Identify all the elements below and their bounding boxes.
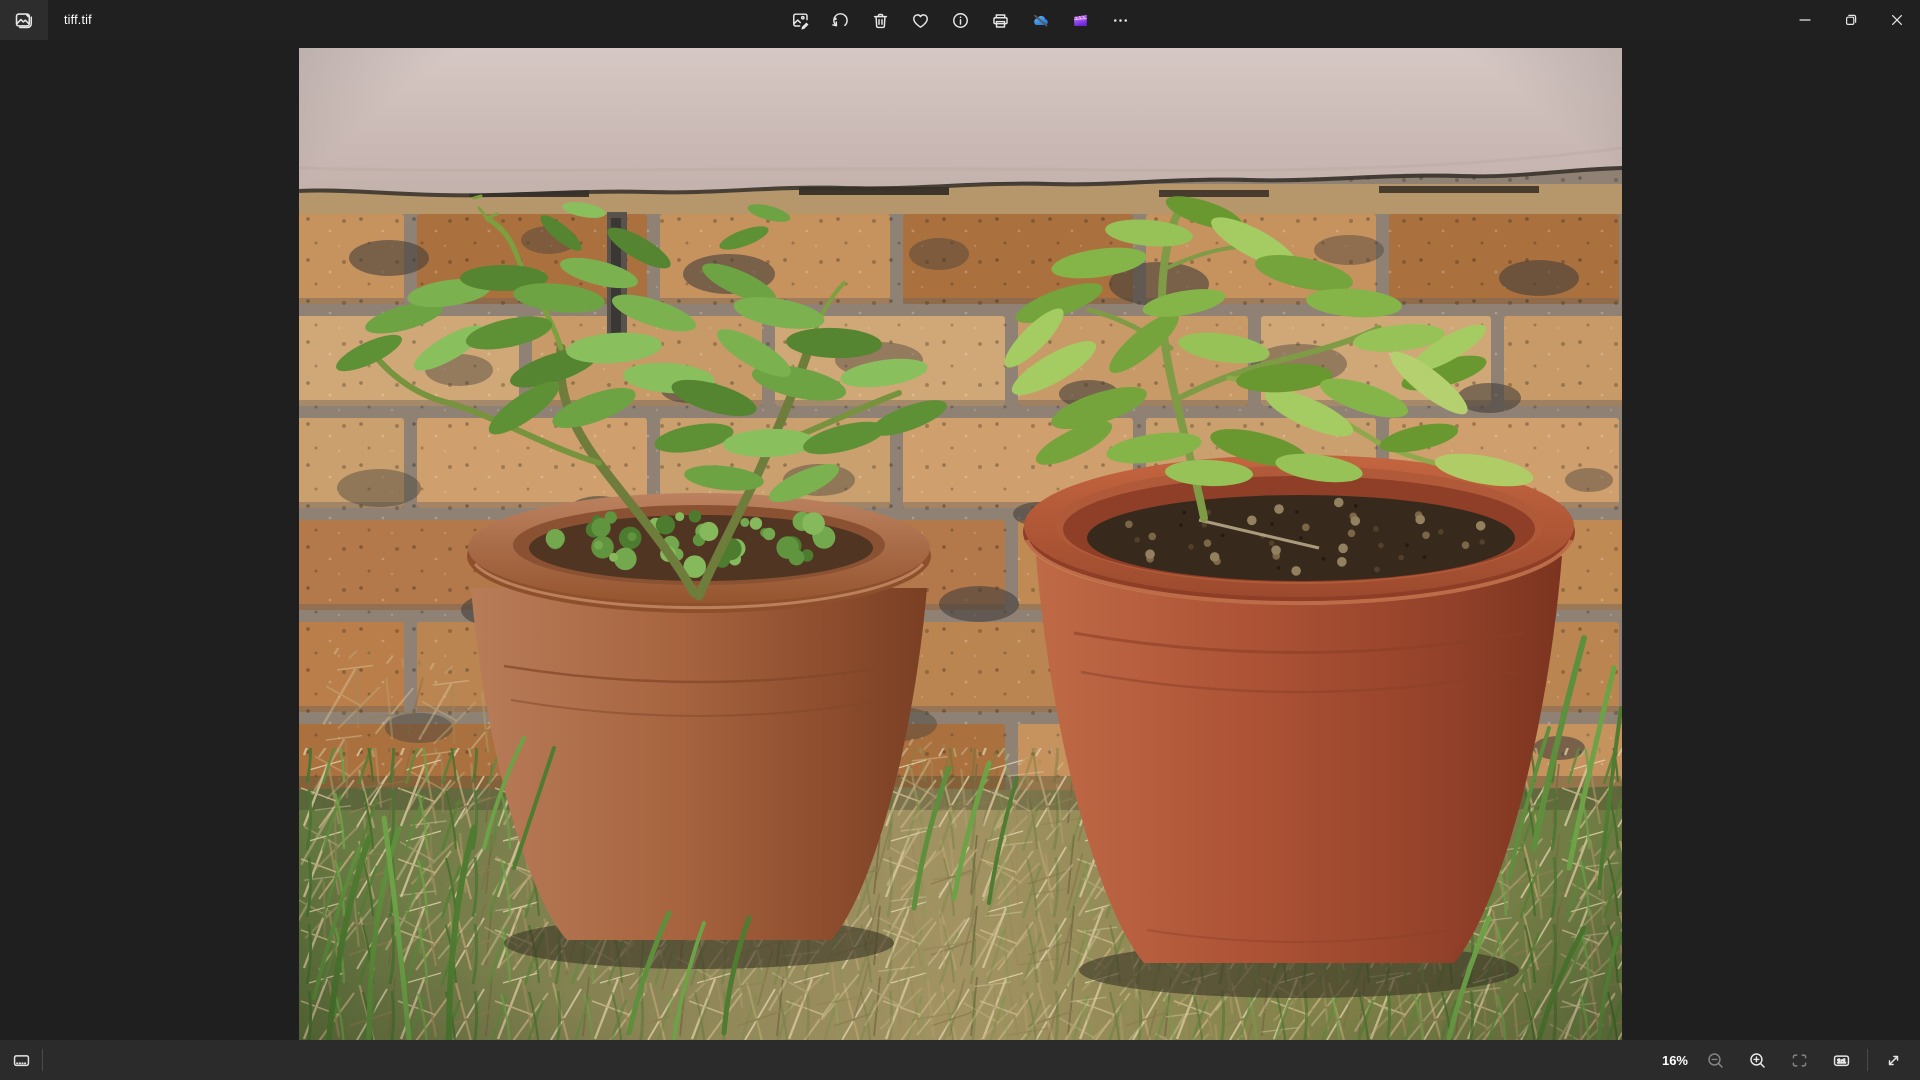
cloud-status-button[interactable] <box>1020 0 1060 40</box>
restore-button[interactable] <box>1828 0 1874 40</box>
zoom-controls: 16% <box>1662 1044 1920 1077</box>
fullscreen-button[interactable] <box>1877 1044 1910 1077</box>
printer-icon <box>990 10 1011 31</box>
fullscreen-icon <box>1883 1050 1904 1071</box>
zoom-out-button[interactable] <box>1699 1044 1732 1077</box>
more-button[interactable] <box>1100 0 1140 40</box>
gallery-button[interactable] <box>0 0 48 40</box>
viewer-canvas <box>0 40 1920 1040</box>
edit-image-button[interactable] <box>780 0 820 40</box>
svg-text:1:1: 1:1 <box>1837 1059 1846 1065</box>
one-to-one-icon: 1:1 <box>1831 1050 1852 1071</box>
titlebar: tiff.tif <box>0 0 1920 40</box>
fit-to-window-button[interactable] <box>1783 1044 1816 1077</box>
zoom-in-button[interactable] <box>1741 1044 1774 1077</box>
delete-button[interactable] <box>860 0 900 40</box>
restore-icon <box>1841 10 1861 30</box>
minimize-icon <box>1795 10 1815 30</box>
filename-label: tiff.tif <box>64 0 92 40</box>
heart-icon <box>910 10 931 31</box>
trash-icon <box>870 10 891 31</box>
fit-screen-icon <box>1789 1050 1810 1071</box>
close-button[interactable] <box>1874 0 1920 40</box>
photo-viewer-image <box>299 48 1622 1040</box>
ellipsis-icon <box>1110 10 1131 31</box>
statusbar-divider-left <box>42 1049 43 1071</box>
zoom-level-label: 16% <box>1662 1053 1688 1068</box>
zoom-out-icon <box>1705 1050 1726 1071</box>
close-icon <box>1887 10 1907 30</box>
filmstrip-toggle-button[interactable] <box>0 1040 42 1080</box>
statusbar-divider-right <box>1867 1049 1868 1071</box>
actual-size-button[interactable]: 1:1 <box>1825 1044 1858 1077</box>
filmstrip-icon <box>11 1050 32 1071</box>
rotate-icon <box>830 10 851 31</box>
print-button[interactable] <box>980 0 1020 40</box>
window-controls <box>1782 0 1920 40</box>
info-icon <box>950 10 971 31</box>
favorite-button[interactable] <box>900 0 940 40</box>
clipchamp-icon <box>1070 10 1091 31</box>
clipchamp-button[interactable] <box>1060 0 1100 40</box>
onedrive-cloud-slash-icon <box>1030 10 1051 31</box>
zoom-in-icon <box>1747 1050 1768 1071</box>
statusbar: 16% <box>0 1040 1920 1080</box>
main-toolbar <box>780 0 1140 40</box>
photos-app-window: tiff.tif <box>0 0 1920 1080</box>
rotate-button[interactable] <box>820 0 860 40</box>
photo-gallery-icon <box>13 9 35 31</box>
info-button[interactable] <box>940 0 980 40</box>
minimize-button[interactable] <box>1782 0 1828 40</box>
photo-scene <box>299 48 1622 1040</box>
edit-image-icon <box>790 10 811 31</box>
